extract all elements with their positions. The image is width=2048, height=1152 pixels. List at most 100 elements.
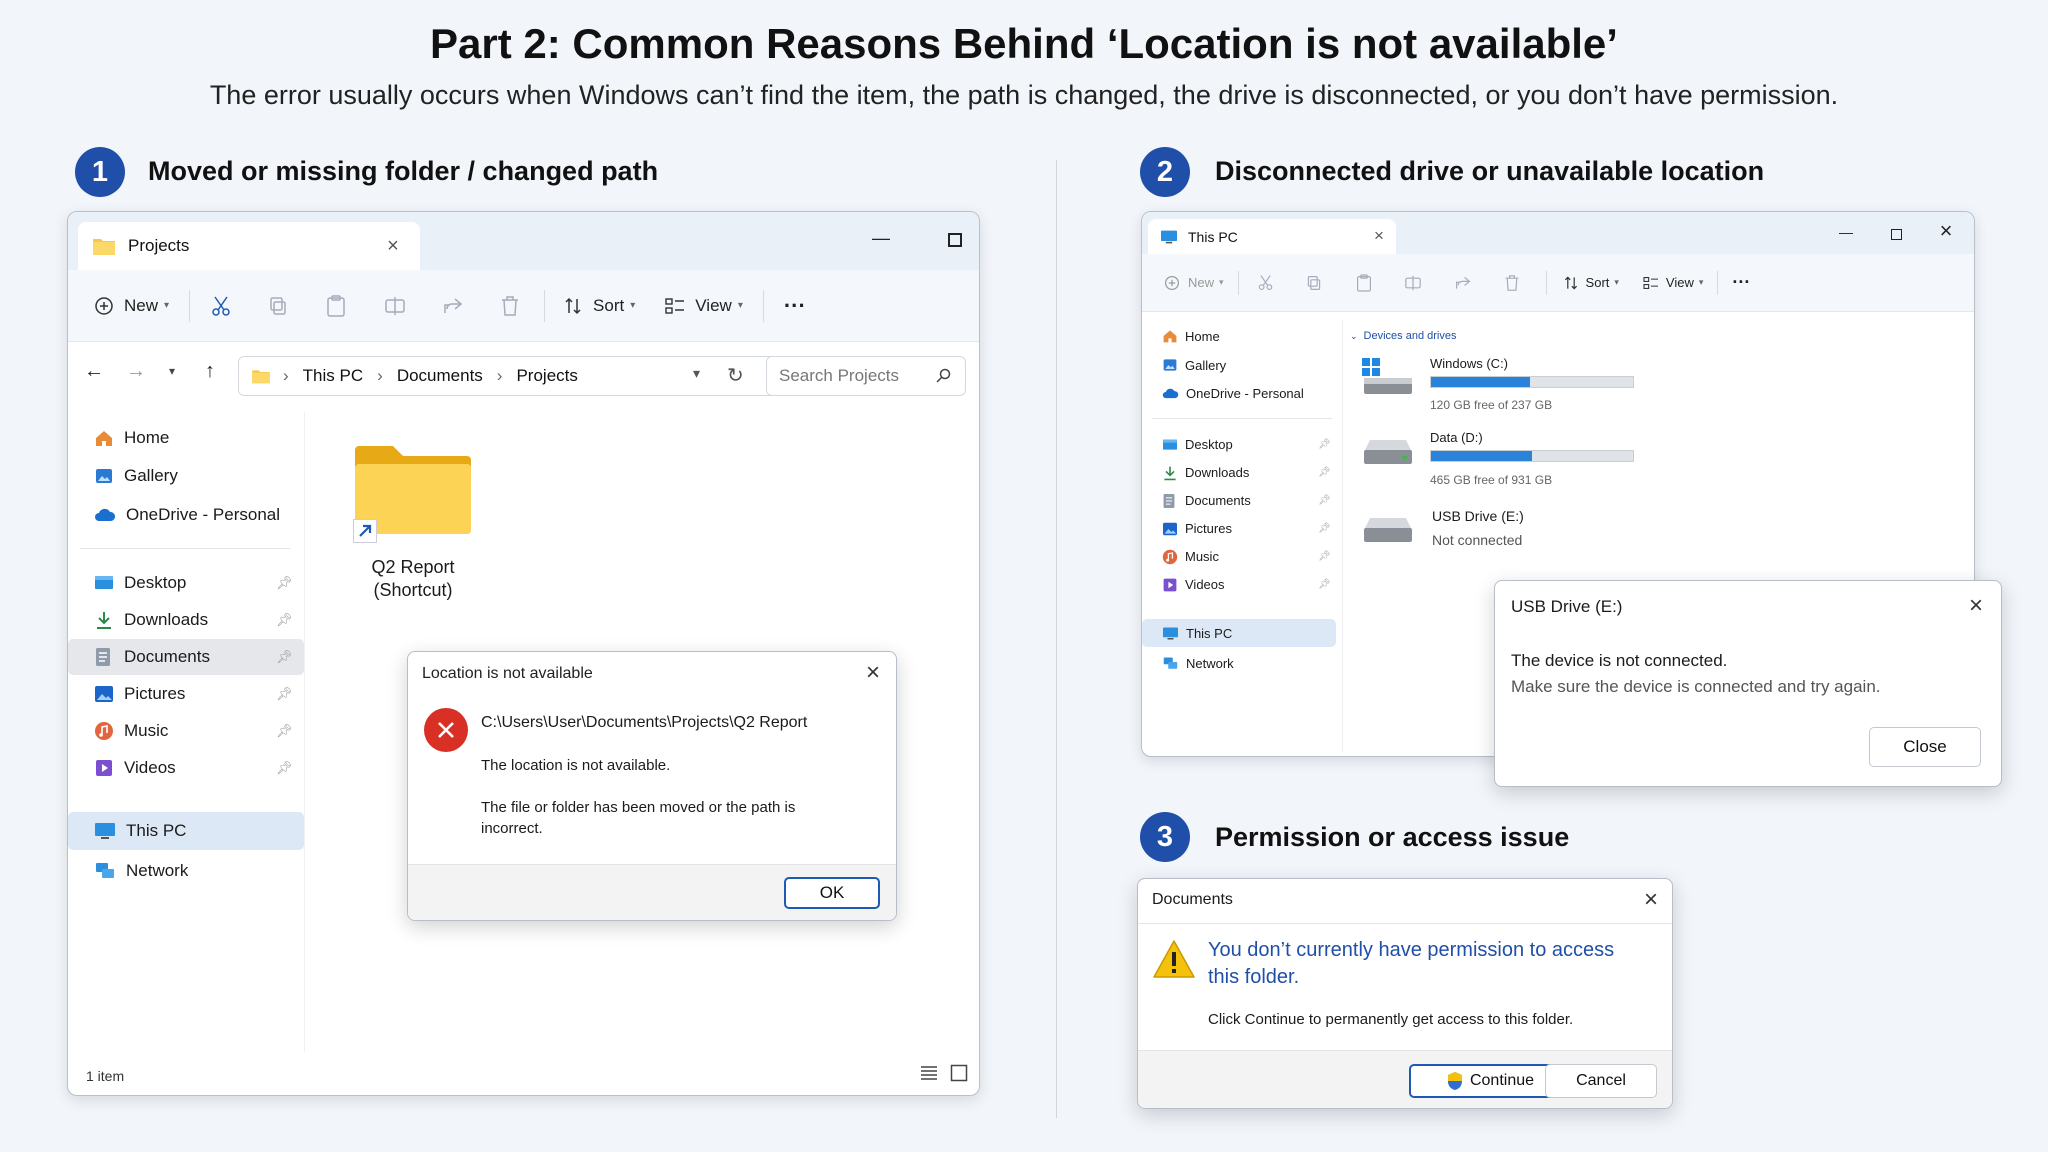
pin-icon[interactable]: 📌︎ [276,649,293,665]
close-icon[interactable]: × [860,659,886,686]
drive-item-c[interactable]: Windows (C:) 120 GB free of 237 GB [1362,356,1762,416]
view-button[interactable]: View ▾ [665,296,743,316]
close-icon[interactable]: × [1638,886,1664,913]
nav-item-videos[interactable]: Videos 📌︎ [68,750,300,786]
nav-item-network[interactable]: Network [68,853,300,889]
tiles-view-icon[interactable] [950,1064,970,1084]
cancel-button[interactable]: Cancel [1545,1064,1657,1098]
delete-button[interactable] [500,295,520,317]
nav-item-pictures[interactable]: Pictures 📌︎ [1142,515,1338,542]
close-button[interactable]: Close [1869,727,1981,767]
file-item-shortcut[interactable]: Q2 Report (Shortcut) [353,444,503,624]
ok-button[interactable]: OK [784,877,880,909]
tab-projects[interactable]: Projects × [78,222,420,270]
group-header-label: Devices and drives [1363,330,1457,342]
close-tab-icon[interactable]: × [383,235,403,257]
pin-icon[interactable]: 📌︎ [276,760,293,776]
nav-item-desktop[interactable]: Desktop 📌︎ [1142,431,1338,458]
nav-item-this-pc[interactable]: This PC [68,812,304,850]
breadcrumb-documents[interactable]: Documents [397,366,483,386]
new-button[interactable]: New ▾ [1164,275,1224,291]
sort-button[interactable]: Sort ▾ [1563,275,1619,291]
recent-locations-chevron-icon[interactable]: ▾ [162,361,182,381]
address-bar[interactable]: › This PC › Documents › Projects ▾ ↻ [238,356,786,396]
pin-icon[interactable]: 📌︎ [1318,495,1331,506]
tab-this-pc[interactable]: This PC × [1148,219,1396,254]
nav-item-onedrive[interactable]: OneDrive - Personal [1142,379,1338,407]
back-arrow-icon[interactable]: ← [82,359,106,383]
share-button[interactable] [1454,275,1472,291]
pin-icon[interactable]: 📌︎ [276,723,293,739]
nav-item-this-pc[interactable]: This PC [1142,619,1336,647]
pin-icon[interactable]: 📌︎ [276,575,293,591]
nav-item-onedrive[interactable]: OneDrive - Personal [68,497,300,533]
breadcrumb-projects[interactable]: Projects [516,366,577,386]
windows-drive-icon [1362,358,1412,394]
drive-item-d[interactable]: Data (D:) 465 GB free of 931 GB [1362,430,1762,490]
nav-item-videos[interactable]: Videos 📌︎ [1142,571,1338,598]
pin-icon[interactable]: 📌︎ [1318,439,1331,450]
nav-item-desktop[interactable]: Desktop 📌︎ [68,565,300,601]
refresh-icon[interactable]: ↻ [727,363,744,388]
nav-item-label: Desktop [124,573,187,592]
nav-item-music[interactable]: Music 📌︎ [1142,543,1338,570]
nav-item-downloads[interactable]: Downloads 📌︎ [1142,459,1338,486]
nav-item-music[interactable]: Music 📌︎ [68,713,300,749]
nav-item-downloads[interactable]: Downloads 📌︎ [68,602,300,638]
drive-item-e[interactable]: USB Drive (E:) Not connected [1362,508,1762,558]
close-window-button[interactable]: × [1934,218,1958,243]
minimize-button[interactable]: — [1834,220,1858,244]
group-header-devices[interactable]: ⌄ Devices and drives [1350,330,1456,342]
maximize-button[interactable] [940,226,970,254]
nav-item-pictures[interactable]: Pictures 📌︎ [68,676,300,712]
copy-button[interactable] [268,296,288,316]
cut-button[interactable] [1257,274,1274,291]
cut-button[interactable] [210,295,232,317]
nav-item-home[interactable]: Home [1142,322,1338,350]
rename-button[interactable] [384,296,406,316]
paste-button[interactable] [326,294,346,317]
usb-drive-icon [1364,518,1412,542]
delete-button[interactable] [1504,274,1520,292]
pin-icon[interactable]: 📌︎ [1318,579,1331,590]
sort-button[interactable]: Sort ▾ [563,296,635,316]
close-tab-icon[interactable]: × [1370,226,1388,245]
nav-item-label: Documents [124,647,210,666]
download-icon [94,610,114,630]
pin-icon[interactable]: 📌︎ [1318,551,1331,562]
up-arrow-icon[interactable]: ↑ [198,359,222,383]
chevron-down-icon: ▾ [737,300,743,311]
permission-dialog: Documents × You don’t currently have per… [1137,878,1673,1109]
search-input[interactable]: Search Projects [766,356,966,396]
pin-icon[interactable]: 📌︎ [1318,523,1331,534]
close-icon[interactable]: × [1963,592,1989,619]
more-options-button[interactable]: ··· [1732,272,1750,293]
maximize-button[interactable] [1884,222,1908,246]
nav-item-documents[interactable]: Documents 📌︎ [68,639,304,675]
more-options-button[interactable]: ··· [784,293,806,319]
new-button[interactable]: New ▾ [94,296,169,316]
nav-item-documents[interactable]: Documents 📌︎ [1142,487,1338,514]
minimize-button[interactable]: — [866,224,896,252]
pin-icon[interactable]: 📌︎ [1318,467,1331,478]
rename-button[interactable] [1404,275,1422,291]
pin-icon[interactable]: 📌︎ [276,686,293,702]
nav-item-label: Gallery [124,466,178,485]
forward-arrow-icon[interactable]: → [124,359,148,383]
share-button[interactable] [442,296,464,316]
view-button[interactable]: View ▾ [1643,275,1703,290]
pin-icon[interactable]: 📌︎ [276,612,293,628]
nav-item-network[interactable]: Network [1142,649,1338,677]
nav-item-gallery[interactable]: Gallery [1142,351,1338,379]
nav-item-gallery[interactable]: Gallery [68,458,300,494]
view-label: View [695,295,732,315]
breadcrumb-this-pc[interactable]: This PC [303,366,363,386]
nav-item-home[interactable]: Home [68,420,300,456]
paste-button[interactable] [1356,273,1372,292]
drive-usage-bar [1430,450,1634,462]
copy-button[interactable] [1306,275,1322,291]
address-dropdown-chevron-icon[interactable]: ▾ [693,365,700,382]
details-view-icon[interactable] [920,1064,940,1084]
nav-item-label: Home [1185,328,1220,344]
usb-not-connected-dialog: USB Drive (E:) × The device is not conne… [1494,580,2002,787]
